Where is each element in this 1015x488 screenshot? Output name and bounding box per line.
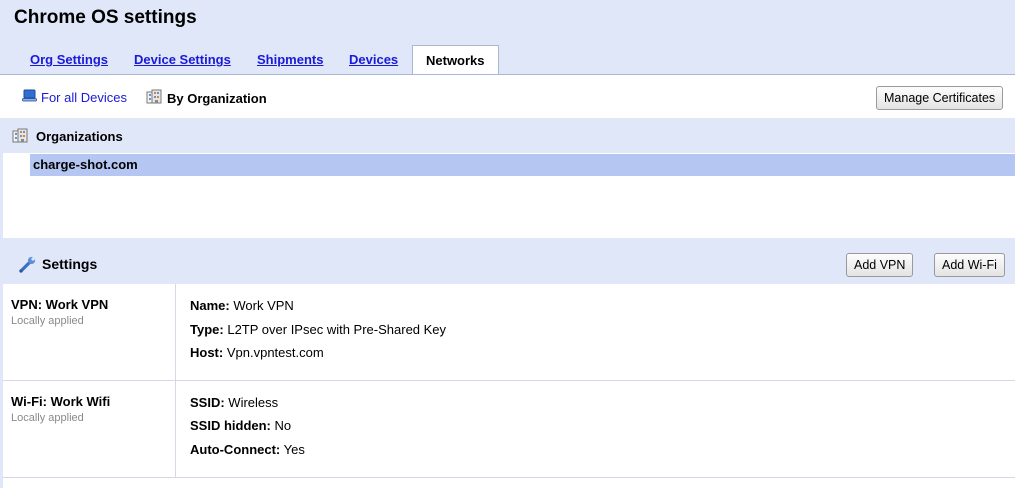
organization-icon	[12, 128, 28, 148]
organization-icon	[146, 89, 162, 107]
page-title: Chrome OS settings	[14, 7, 197, 28]
settings-header: Settings Add VPN Add Wi-Fi	[0, 244, 1015, 284]
field-value: No	[274, 418, 292, 433]
field-key: Host:	[190, 345, 224, 360]
network-row-vpn[interactable]: VPN: Work VPN Locally applied Name: Work…	[3, 284, 1015, 381]
field-key: SSID:	[190, 395, 225, 410]
by-organization-label: By Organization	[167, 90, 267, 106]
field-key: SSID hidden:	[190, 418, 271, 433]
chrome-os-settings-page: Chrome OS settings Org Settings Device S…	[0, 0, 1015, 488]
network-field: SSID hidden: No	[190, 418, 291, 433]
network-row-wifi[interactable]: Wi-Fi: Work Wifi Locally applied SSID: W…	[3, 381, 1015, 478]
for-all-devices-label: For all Devices	[41, 89, 127, 105]
add-vpn-button[interactable]: Add VPN	[846, 253, 914, 277]
network-status: Locally applied	[11, 412, 84, 424]
network-field: Auto-Connect: Yes	[190, 442, 305, 457]
field-value: L2TP over IPsec with Pre-Shared Key	[227, 322, 447, 337]
tab-device-settings[interactable]: Device Settings	[134, 44, 231, 74]
org-tree-item[interactable]: charge-shot.com	[30, 154, 1015, 176]
manage-certificates-button[interactable]: Manage Certificates	[876, 86, 1004, 110]
network-field: SSID: Wireless	[190, 395, 278, 410]
network-field: Type: L2TP over IPsec with Pre-Shared Ke…	[190, 322, 446, 337]
tab-org-settings[interactable]: Org Settings	[30, 44, 108, 74]
network-status: Locally applied	[11, 315, 84, 327]
field-key: Name:	[190, 298, 230, 313]
field-value: Vpn.vpntest.com	[226, 345, 324, 360]
field-key: Auto-Connect:	[190, 442, 281, 457]
network-name: VPN: Work VPN	[11, 297, 109, 312]
field-key: Type:	[190, 322, 224, 337]
organizations-header: Organizations	[3, 118, 1015, 153]
network-name: Wi-Fi: Work Wifi	[11, 394, 111, 409]
add-wifi-button[interactable]: Add Wi-Fi	[934, 253, 1005, 277]
settings-list: VPN: Work VPN Locally applied Name: Work…	[0, 284, 1015, 488]
network-field: Host: Vpn.vpntest.com	[190, 345, 324, 360]
field-value: Wireless	[228, 395, 279, 410]
tab-devices[interactable]: Devices	[349, 44, 398, 74]
tab-networks[interactable]: Networks	[412, 45, 499, 75]
scope-bar: For all Devices By Organization Manage C…	[0, 74, 1015, 119]
device-icon	[22, 89, 37, 105]
network-summary: VPN: Work VPN Locally applied	[3, 284, 176, 380]
wrench-icon	[18, 256, 38, 279]
settings-title: Settings	[42, 256, 98, 272]
header: Chrome OS settings Org Settings Device S…	[0, 0, 1015, 75]
tab-shipments[interactable]: Shipments	[257, 44, 323, 74]
field-value: Work VPN	[233, 298, 294, 313]
network-field: Name: Work VPN	[190, 298, 294, 313]
tab-bar: Org Settings Device Settings Shipments D…	[0, 44, 1015, 75]
for-all-devices-link[interactable]: For all Devices	[22, 89, 127, 105]
organizations-panel: Organizations charge-shot.com	[0, 118, 1015, 244]
organizations-title: Organizations	[36, 129, 123, 144]
field-value: Yes	[283, 442, 305, 457]
org-tree-item-label: charge-shot.com	[33, 157, 138, 172]
by-organization-current: By Organization	[146, 89, 267, 107]
network-summary: Wi-Fi: Work Wifi Locally applied	[3, 381, 176, 477]
